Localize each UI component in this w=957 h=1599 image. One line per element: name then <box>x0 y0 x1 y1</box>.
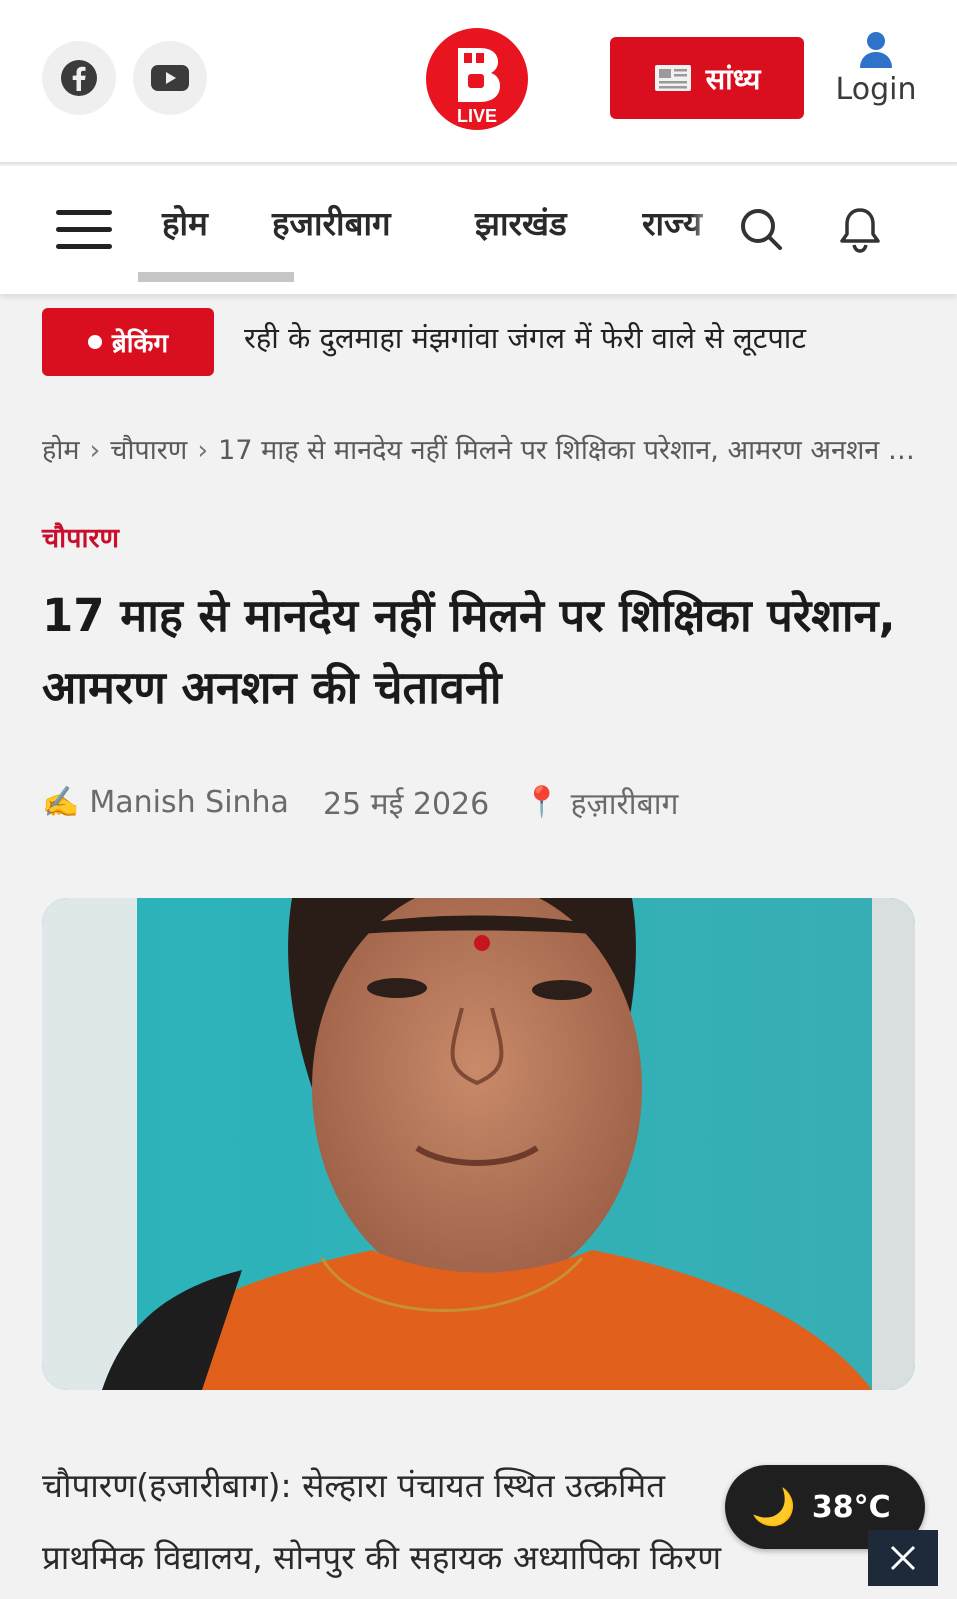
bell-icon[interactable] <box>838 206 882 254</box>
sandhya-label: सांध्य <box>705 61 761 96</box>
youtube-icon <box>151 65 189 91</box>
page: LIVE सांध्य Login होम हजारीबाग झारखंड रा… <box>0 0 957 1599</box>
live-dot-icon <box>87 335 102 349</box>
top-header: LIVE सांध्य Login <box>0 0 957 164</box>
article-photo[interactable] <box>42 898 915 1390</box>
author-name[interactable]: Manish Sinha <box>89 785 289 820</box>
search-icon[interactable] <box>738 206 784 252</box>
breadcrumb: होम › चौपारण › 17 माह से मानदेय नहीं मिलने प… <box>42 430 922 467</box>
article-title: 17 माह से मानदेय नहीं मिलने पर शिक्षिका … <box>42 589 896 714</box>
breadcrumb-current: 17 माह से मानदेय नहीं मिलने पर शिक्षिका … <box>218 435 922 466</box>
login-button[interactable]: Login <box>826 30 926 120</box>
logo-icon: LIVE <box>426 28 528 130</box>
close-button[interactable] <box>868 1530 938 1586</box>
breaking-badge[interactable]: ब्रेकिंग <box>42 308 214 376</box>
youtube-button[interactable] <box>133 41 207 115</box>
login-label: Login <box>835 72 917 107</box>
breadcrumb-separator: › <box>89 435 101 466</box>
newspaper-icon <box>654 65 691 91</box>
sandhya-edition-button[interactable]: सांध्य <box>610 37 804 119</box>
facebook-icon <box>61 60 97 96</box>
location-pin-icon: 📍 <box>523 785 561 820</box>
close-icon <box>890 1545 916 1571</box>
breadcrumb-home[interactable]: होम <box>42 435 79 466</box>
nav-item-jharkhand[interactable]: झारखंड <box>475 200 567 245</box>
breaking-label: ब्रेकिंग <box>111 329 169 359</box>
breadcrumb-category[interactable]: चौपारण <box>110 435 187 466</box>
article-category[interactable]: चौपारण <box>42 518 119 555</box>
main-nav: होम हजारीबाग झारखंड राज्य <box>0 166 957 294</box>
menu-icon[interactable] <box>56 210 112 254</box>
temperature-value: 38°C <box>811 1489 891 1525</box>
breadcrumb-separator: › <box>197 435 209 466</box>
active-tab-indicator <box>138 272 294 282</box>
publish-date: 25 मई 2026 <box>322 787 490 822</box>
site-logo[interactable]: LIVE <box>424 26 530 132</box>
logo-text: LIVE <box>457 106 497 126</box>
user-icon <box>860 32 892 68</box>
moon-icon: 🌙 <box>751 1487 796 1528</box>
portrait-image <box>42 898 915 1390</box>
nav-item-hazaribagh[interactable]: हजारीबाग <box>272 200 391 245</box>
nav-item-home[interactable]: होम <box>162 200 208 245</box>
author-icon: ✍️ <box>42 785 80 820</box>
article-location: हज़ारीबाग <box>570 787 679 822</box>
facebook-button[interactable] <box>42 41 116 115</box>
breaking-ticker[interactable]: रही के दुलमाहा मंझगांवा जंगल में फेरी वा… <box>244 318 920 368</box>
article-meta: ✍️ Manish Sinha 25 मई 2026 📍 हज़ारीबाग <box>42 782 678 823</box>
